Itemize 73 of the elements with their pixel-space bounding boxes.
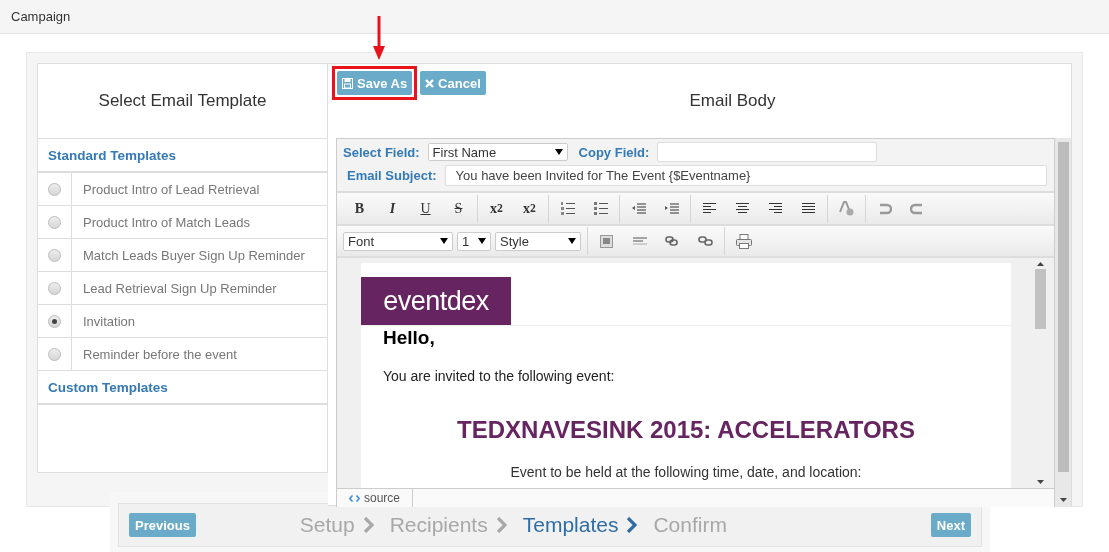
print-icon[interactable] bbox=[735, 233, 752, 249]
chevron-icon bbox=[626, 517, 638, 533]
event-title: TEDXNAVESINK 2015: ACCELERATORS bbox=[456, 416, 916, 444]
toolbar-dropdown[interactable]: Font bbox=[343, 231, 453, 251]
cancel-button[interactable]: Cancel bbox=[420, 71, 486, 95]
field-label: Select Field: bbox=[343, 144, 420, 160]
caret-icon bbox=[478, 238, 486, 244]
logo: eventdex bbox=[361, 277, 511, 325]
align-center-icon[interactable] bbox=[736, 203, 749, 214]
scrollbar-thumb[interactable] bbox=[1035, 269, 1046, 329]
undo-icon[interactable] bbox=[877, 202, 892, 215]
align-right-icon[interactable] bbox=[769, 203, 782, 214]
template-item[interactable]: Product Intro of Lead Retrieval bbox=[38, 173, 327, 206]
previous-button[interactable]: Previous bbox=[129, 513, 196, 537]
bullet-list-icon[interactable] bbox=[593, 202, 608, 215]
scroll-up-icon[interactable] bbox=[1037, 262, 1044, 266]
align-left-icon[interactable] bbox=[703, 203, 716, 214]
caret-icon bbox=[440, 238, 448, 244]
arrow-icon bbox=[373, 16, 385, 60]
clear-format-icon[interactable] bbox=[839, 201, 854, 216]
field-label: Email Subject: bbox=[347, 167, 437, 183]
radio-button[interactable] bbox=[48, 182, 61, 196]
code-icon bbox=[349, 494, 360, 502]
numbered-list-icon[interactable] bbox=[560, 202, 575, 215]
radio-button[interactable] bbox=[48, 347, 61, 361]
panel-heading: Email Body bbox=[688, 91, 776, 111]
template-item[interactable]: Reminder before the event bbox=[38, 338, 327, 371]
chevron-icon bbox=[495, 517, 507, 533]
format-button[interactable]: B bbox=[343, 200, 376, 217]
image-icon[interactable] bbox=[600, 234, 613, 248]
unlink-icon[interactable] bbox=[698, 234, 713, 248]
toolbar-dropdown[interactable]: Style bbox=[495, 231, 581, 251]
caret-icon bbox=[554, 149, 563, 155]
template-item[interactable]: Lead Retrieval Sign Up Reminder bbox=[38, 272, 327, 305]
subject-field[interactable]: You have been Invited for The Event {$Eventname} bbox=[444, 164, 1047, 186]
group-heading: Standard Templates bbox=[48, 147, 177, 163]
chevron-icon bbox=[362, 517, 374, 533]
next-button[interactable]: Next bbox=[930, 513, 971, 537]
scroll-down-icon[interactable] bbox=[1059, 498, 1067, 502]
scroll-down-icon[interactable] bbox=[1037, 480, 1044, 484]
toolbar-dropdown[interactable]: 1 bbox=[457, 231, 491, 251]
panel-heading: Select Email Template bbox=[98, 91, 267, 111]
radio-button[interactable] bbox=[48, 281, 61, 295]
template-item[interactable]: Match Leads Buyer Sign Up Reminder bbox=[38, 239, 327, 272]
scrollbar-thumb[interactable] bbox=[1057, 142, 1069, 472]
template-item[interactable]: Product Intro of Match Leads bbox=[38, 206, 327, 239]
format-button[interactable]: S bbox=[442, 200, 475, 217]
body-text: Event to be held at the following time, date, and location: bbox=[509, 464, 863, 480]
outdent-icon[interactable] bbox=[631, 202, 646, 215]
field-label: Copy Field: bbox=[578, 144, 650, 160]
group-heading: Custom Templates bbox=[48, 379, 168, 395]
save-as-button[interactable]: Save As bbox=[337, 71, 413, 95]
link-icon[interactable] bbox=[665, 234, 680, 248]
indent-icon[interactable] bbox=[664, 202, 679, 215]
format-button[interactable]: I bbox=[376, 200, 409, 217]
caret-icon bbox=[568, 238, 576, 244]
copy-field-input[interactable] bbox=[657, 142, 878, 162]
close-icon bbox=[425, 78, 435, 88]
template-item[interactable]: Invitation bbox=[38, 305, 327, 338]
redo-icon[interactable] bbox=[910, 202, 925, 215]
field-dropdown[interactable]: First Name bbox=[427, 143, 568, 161]
scrollbar[interactable] bbox=[1055, 138, 1071, 506]
greeting-text: Hello, bbox=[383, 327, 436, 349]
body-text: You are invited to the following event: bbox=[383, 368, 616, 384]
radio-button[interactable] bbox=[48, 248, 61, 262]
page-title: Campaign bbox=[11, 9, 71, 24]
format-button[interactable]: U bbox=[409, 200, 442, 217]
align-justify-icon[interactable] bbox=[802, 203, 815, 214]
horizontal-rule-icon[interactable] bbox=[632, 237, 647, 245]
save-icon bbox=[342, 77, 353, 89]
wizard-step[interactable]: Templates bbox=[522, 513, 619, 537]
radio-button[interactable] bbox=[48, 314, 61, 328]
radio-button[interactable] bbox=[48, 215, 61, 229]
